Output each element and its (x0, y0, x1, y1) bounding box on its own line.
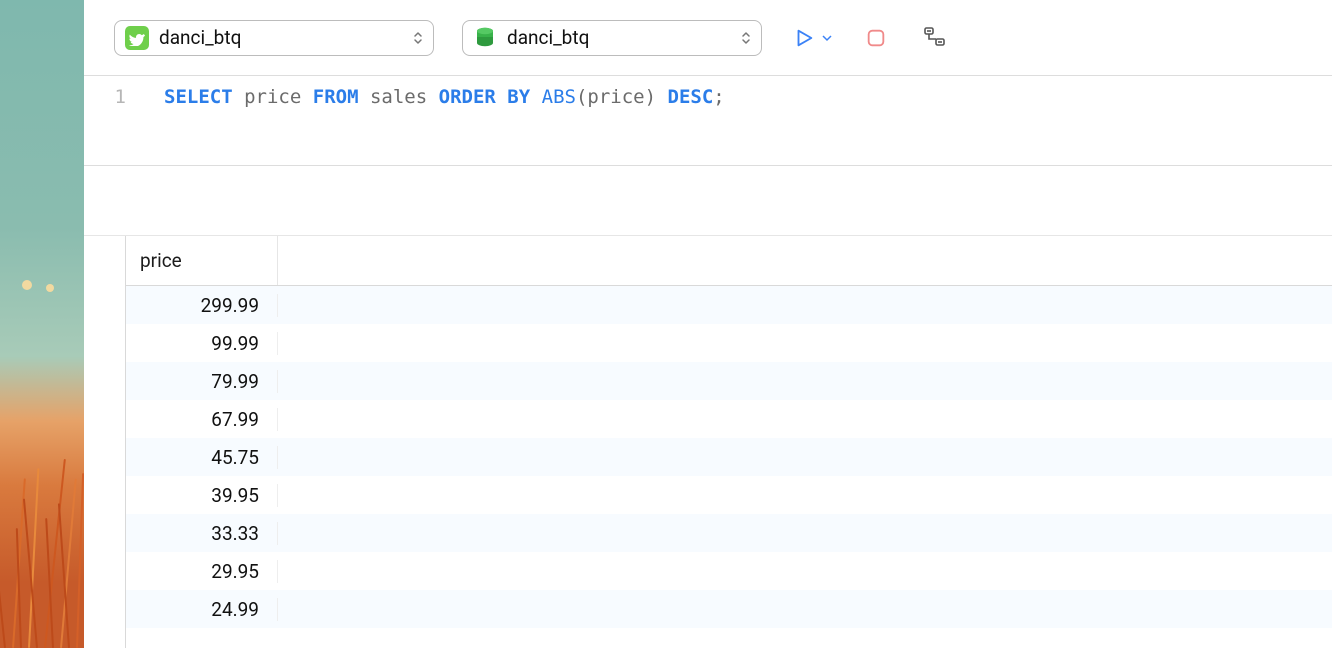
table-row[interactable]: 67.99 (126, 400, 1332, 438)
table-row[interactable]: 45.75 (126, 438, 1332, 476)
table-row[interactable]: 299.99 (126, 286, 1332, 324)
table-row[interactable]: 99.99 (126, 324, 1332, 362)
desktop-wallpaper (0, 0, 84, 648)
table-row[interactable]: 39.95 (126, 476, 1332, 514)
keyword-select: SELECT (164, 86, 233, 108)
table-row[interactable]: 29.95 (126, 552, 1332, 590)
table-row[interactable]: 33.33 (126, 514, 1332, 552)
column-name: price (244, 86, 301, 108)
keyword-from: FROM (313, 86, 359, 108)
results-rows: 299.99 99.99 79.99 67.99 45.75 39.95 33.33 29.9… (126, 286, 1332, 628)
connection-label: danci_btq (159, 26, 403, 49)
cell-price[interactable]: 39.95 (126, 484, 278, 507)
chevron-updown-icon (741, 30, 751, 46)
stop-button[interactable] (862, 24, 890, 52)
run-dropdown-icon[interactable] (822, 28, 832, 47)
keyword-order: ORDER (439, 86, 496, 108)
editor-results-separator (84, 166, 1332, 236)
cell-price[interactable]: 79.99 (126, 370, 278, 393)
cell-price[interactable]: 29.95 (126, 560, 278, 583)
sql-code[interactable]: SELECT price FROM sales ORDER BY ABS(pri… (140, 76, 725, 165)
structure-button[interactable] (920, 24, 948, 52)
cell-price[interactable]: 33.33 (126, 522, 278, 545)
toolbar-actions (790, 24, 948, 52)
column-header-price[interactable]: price (126, 236, 278, 285)
keyword-desc: DESC (668, 86, 714, 108)
function-arg: price (587, 86, 644, 108)
row-number-gutter (84, 236, 126, 648)
table-name: sales (370, 86, 427, 108)
connection-icon (125, 26, 149, 50)
database-icon (473, 26, 497, 50)
toolbar: danci_btq danci_btq (84, 0, 1332, 76)
sql-editor[interactable]: 1 SELECT price FROM sales ORDER BY ABS(p… (84, 76, 1332, 166)
paren-open: ( (576, 86, 587, 108)
line-number: 1 (84, 86, 126, 108)
app-main: danci_btq danci_btq (84, 0, 1332, 648)
cell-price[interactable]: 67.99 (126, 408, 278, 431)
database-selector[interactable]: danci_btq (462, 20, 762, 56)
line-number-gutter: 1 (84, 76, 140, 165)
cell-price[interactable]: 299.99 (126, 294, 278, 317)
chevron-updown-icon (413, 30, 423, 46)
results-header-row: price (126, 236, 1332, 286)
results-grid: price 299.99 99.99 79.99 67.99 45.75 39.95 33.… (84, 236, 1332, 648)
paren-close: ) (645, 86, 656, 108)
cell-price[interactable]: 45.75 (126, 446, 278, 469)
keyword-by: BY (507, 86, 530, 108)
cell-price[interactable]: 99.99 (126, 332, 278, 355)
run-button[interactable] (790, 24, 818, 52)
semicolon: ; (713, 86, 724, 108)
table-row[interactable]: 79.99 (126, 362, 1332, 400)
table-row[interactable]: 24.99 (126, 590, 1332, 628)
cell-price[interactable]: 24.99 (126, 598, 278, 621)
database-label: danci_btq (507, 26, 731, 49)
function-abs: ABS (542, 86, 576, 108)
connection-selector[interactable]: danci_btq (114, 20, 434, 56)
